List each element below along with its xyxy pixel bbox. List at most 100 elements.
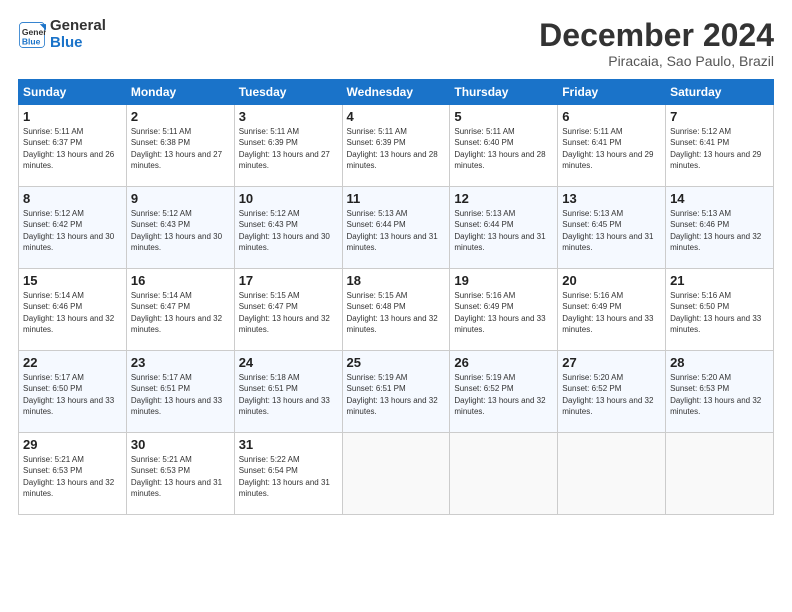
day-info: Sunrise: 5:14 AMSunset: 6:46 PMDaylight:… (23, 290, 122, 335)
day-number: 10 (239, 191, 338, 206)
day-number: 30 (131, 437, 230, 452)
day-info: Sunrise: 5:19 AMSunset: 6:52 PMDaylight:… (454, 372, 553, 417)
day-number: 9 (131, 191, 230, 206)
day-info: Sunrise: 5:17 AMSunset: 6:51 PMDaylight:… (131, 372, 230, 417)
table-row: 5 Sunrise: 5:11 AMSunset: 6:40 PMDaylight… (450, 105, 558, 187)
table-row: 8 Sunrise: 5:12 AMSunset: 6:42 PMDaylight… (19, 187, 127, 269)
day-number: 18 (347, 273, 446, 288)
table-row: 25 Sunrise: 5:19 AMSunset: 6:51 PMDayligh… (342, 351, 450, 433)
day-info: Sunrise: 5:12 AMSunset: 6:42 PMDaylight:… (23, 208, 122, 253)
svg-text:Blue: Blue (22, 36, 41, 46)
table-row: 18 Sunrise: 5:15 AMSunset: 6:48 PMDayligh… (342, 269, 450, 351)
col-wednesday: Wednesday (342, 80, 450, 105)
day-info: Sunrise: 5:11 AMSunset: 6:41 PMDaylight:… (562, 126, 661, 171)
day-number: 23 (131, 355, 230, 370)
day-number: 2 (131, 109, 230, 124)
day-info: Sunrise: 5:16 AMSunset: 6:49 PMDaylight:… (562, 290, 661, 335)
day-number: 26 (454, 355, 553, 370)
logo-blue: Blue (50, 35, 106, 52)
day-number: 5 (454, 109, 553, 124)
col-thursday: Thursday (450, 80, 558, 105)
day-info: Sunrise: 5:13 AMSunset: 6:44 PMDaylight:… (347, 208, 446, 253)
day-info: Sunrise: 5:11 AMSunset: 6:40 PMDaylight:… (454, 126, 553, 171)
day-info: Sunrise: 5:15 AMSunset: 6:47 PMDaylight:… (239, 290, 338, 335)
table-row (558, 433, 666, 515)
day-number: 4 (347, 109, 446, 124)
col-saturday: Saturday (666, 80, 774, 105)
calendar-week-2: 8 Sunrise: 5:12 AMSunset: 6:42 PMDaylight… (19, 187, 774, 269)
calendar-week-3: 15 Sunrise: 5:14 AMSunset: 6:46 PMDayligh… (19, 269, 774, 351)
day-number: 15 (23, 273, 122, 288)
day-info: Sunrise: 5:16 AMSunset: 6:50 PMDaylight:… (670, 290, 769, 335)
month-title: December 2024 (539, 18, 774, 53)
table-row: 4 Sunrise: 5:11 AMSunset: 6:39 PMDaylight… (342, 105, 450, 187)
table-row: 14 Sunrise: 5:13 AMSunset: 6:46 PMDayligh… (666, 187, 774, 269)
day-number: 24 (239, 355, 338, 370)
day-info: Sunrise: 5:12 AMSunset: 6:41 PMDaylight:… (670, 126, 769, 171)
day-number: 22 (23, 355, 122, 370)
table-row: 27Sunrise: 5:20 AMSunset: 6:52 PMDayligh… (558, 351, 666, 433)
day-info: Sunrise: 5:18 AMSunset: 6:51 PMDaylight:… (239, 372, 338, 417)
day-info: Sunrise: 5:12 AMSunset: 6:43 PMDaylight:… (131, 208, 230, 253)
col-sunday: Sunday (19, 80, 127, 105)
calendar-week-4: 22 Sunrise: 5:17 AMSunset: 6:50 PMDayligh… (19, 351, 774, 433)
day-info: Sunrise: 5:19 AMSunset: 6:51 PMDaylight:… (347, 372, 446, 417)
table-row: 9 Sunrise: 5:12 AMSunset: 6:43 PMDaylight… (126, 187, 234, 269)
day-number: 6 (562, 109, 661, 124)
table-row: 12Sunrise: 5:13 AMSunset: 6:44 PMDayligh… (450, 187, 558, 269)
day-info: Sunrise: 5:20 AMSunset: 6:53 PMDaylight:… (670, 372, 769, 417)
day-number: 25 (347, 355, 446, 370)
calendar-table: Sunday Monday Tuesday Wednesday Thursday… (18, 79, 774, 515)
day-info: Sunrise: 5:17 AMSunset: 6:50 PMDaylight:… (23, 372, 122, 417)
day-number: 27 (562, 355, 661, 370)
day-number: 19 (454, 273, 553, 288)
day-number: 20 (562, 273, 661, 288)
day-info: Sunrise: 5:15 AMSunset: 6:48 PMDaylight:… (347, 290, 446, 335)
table-row: 21 Sunrise: 5:16 AMSunset: 6:50 PMDayligh… (666, 269, 774, 351)
logo-general: General (50, 18, 106, 35)
day-number: 29 (23, 437, 122, 452)
day-info: Sunrise: 5:11 AMSunset: 6:39 PMDaylight:… (347, 126, 446, 171)
day-info: Sunrise: 5:11 AMSunset: 6:37 PMDaylight:… (23, 126, 122, 171)
header: General Blue General Blue December 2024 … (18, 18, 774, 69)
table-row: 24 Sunrise: 5:18 AMSunset: 6:51 PMDayligh… (234, 351, 342, 433)
svg-text:General: General (22, 27, 46, 37)
table-row: 11Sunrise: 5:13 AMSunset: 6:44 PMDayligh… (342, 187, 450, 269)
page: General Blue General Blue December 2024 … (0, 0, 792, 612)
day-info: Sunrise: 5:21 AMSunset: 6:53 PMDaylight:… (23, 454, 122, 499)
col-friday: Friday (558, 80, 666, 105)
day-number: 14 (670, 191, 769, 206)
col-monday: Monday (126, 80, 234, 105)
day-info: Sunrise: 5:11 AMSunset: 6:38 PMDaylight:… (131, 126, 230, 171)
table-row: 31Sunrise: 5:22 AMSunset: 6:54 PMDayligh… (234, 433, 342, 515)
table-row: 13Sunrise: 5:13 AMSunset: 6:45 PMDayligh… (558, 187, 666, 269)
day-number: 17 (239, 273, 338, 288)
table-row: 16 Sunrise: 5:14 AMSunset: 6:47 PMDayligh… (126, 269, 234, 351)
table-row: 17 Sunrise: 5:15 AMSunset: 6:47 PMDayligh… (234, 269, 342, 351)
day-number: 28 (670, 355, 769, 370)
calendar-week-1: 1Sunrise: 5:11 AMSunset: 6:37 PMDaylight… (19, 105, 774, 187)
table-row: 26 Sunrise: 5:19 AMSunset: 6:52 PMDayligh… (450, 351, 558, 433)
day-info: Sunrise: 5:11 AMSunset: 6:39 PMDaylight:… (239, 126, 338, 171)
table-row: 6 Sunrise: 5:11 AMSunset: 6:41 PMDaylight… (558, 105, 666, 187)
table-row: 30Sunrise: 5:21 AMSunset: 6:53 PMDayligh… (126, 433, 234, 515)
location: Piracaia, Sao Paulo, Brazil (539, 53, 774, 69)
table-row: 28 Sunrise: 5:20 AMSunset: 6:53 PMDayligh… (666, 351, 774, 433)
table-row: 7Sunrise: 5:12 AMSunset: 6:41 PMDaylight… (666, 105, 774, 187)
day-number: 16 (131, 273, 230, 288)
day-number: 3 (239, 109, 338, 124)
logo: General Blue General Blue (18, 18, 106, 51)
calendar-week-5: 29 Sunrise: 5:21 AMSunset: 6:53 PMDayligh… (19, 433, 774, 515)
table-row: 15 Sunrise: 5:14 AMSunset: 6:46 PMDayligh… (19, 269, 127, 351)
table-row: 20 Sunrise: 5:16 AMSunset: 6:49 PMDayligh… (558, 269, 666, 351)
day-info: Sunrise: 5:14 AMSunset: 6:47 PMDaylight:… (131, 290, 230, 335)
day-number: 8 (23, 191, 122, 206)
day-info: Sunrise: 5:13 AMSunset: 6:46 PMDaylight:… (670, 208, 769, 253)
col-tuesday: Tuesday (234, 80, 342, 105)
day-info: Sunrise: 5:13 AMSunset: 6:45 PMDaylight:… (562, 208, 661, 253)
day-number: 21 (670, 273, 769, 288)
day-info: Sunrise: 5:16 AMSunset: 6:49 PMDaylight:… (454, 290, 553, 335)
table-row: 19 Sunrise: 5:16 AMSunset: 6:49 PMDayligh… (450, 269, 558, 351)
table-row (342, 433, 450, 515)
logo-icon: General Blue (18, 21, 46, 49)
